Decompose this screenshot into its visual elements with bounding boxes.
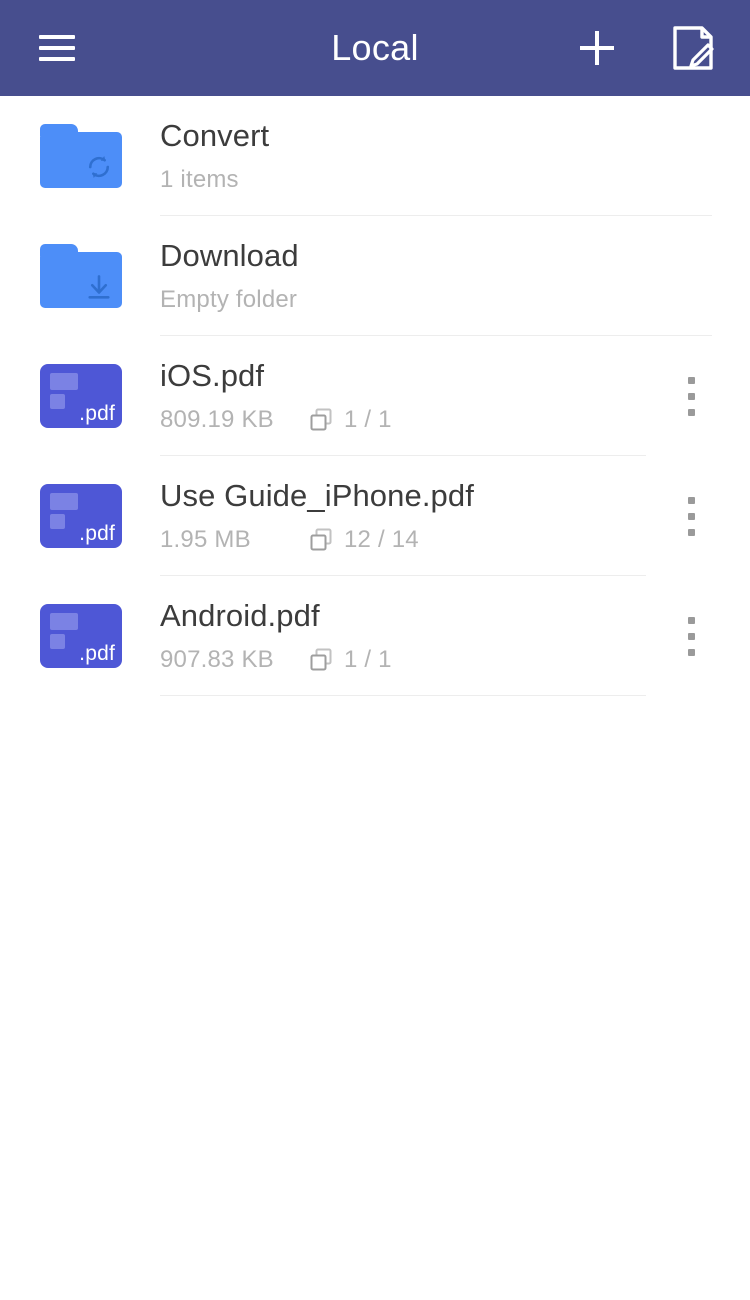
kebab-dot — [687, 392, 695, 400]
item-meta: 1 items — [160, 165, 730, 193]
item-name: iOS.pdf — [160, 357, 265, 393]
pages-icon — [308, 407, 334, 433]
item-text-block: Download Empty folder — [160, 216, 730, 336]
item-size: 907.83 KB — [160, 645, 274, 673]
app-bar: Local — [0, 0, 750, 96]
plus-icon — [580, 31, 614, 65]
item-thumbnail: .pdf — [40, 364, 122, 428]
item-size: 809.19 KB — [160, 405, 274, 433]
pdf-file-icon: .pdf — [40, 364, 122, 428]
pdf-extension-label: .pdf — [79, 402, 115, 425]
kebab-dot — [687, 512, 695, 520]
pdf-file-icon: .pdf — [40, 484, 122, 548]
kebab-dot — [687, 616, 695, 624]
item-meta: 907.83 KB 1 / 1 — [160, 645, 664, 673]
sync-arrows-glyph — [88, 156, 110, 178]
item-thumbnail: .pdf — [40, 484, 122, 548]
pdf-file-icon: .pdf — [40, 604, 122, 668]
row-divider — [160, 695, 646, 696]
item-overflow-menu-button[interactable] — [664, 359, 718, 433]
kebab-dot — [687, 632, 695, 640]
list-item[interactable]: Convert 1 items — [0, 96, 750, 216]
item-text-block: Android.pdf 907.83 KB 1 / 1 — [160, 576, 664, 696]
file-list: Convert 1 items Download Empty folder .p… — [0, 96, 750, 696]
pages-icon — [308, 527, 334, 553]
pages-icon — [308, 647, 334, 673]
kebab-dot — [687, 376, 695, 384]
item-name: Convert — [160, 117, 270, 153]
item-text-block: iOS.pdf 809.19 KB 1 / 1 — [160, 336, 664, 456]
item-overflow-menu-button[interactable] — [664, 479, 718, 553]
folder-sync-icon — [40, 124, 122, 188]
new-note-button[interactable] — [662, 17, 724, 79]
item-pages: 12 / 14 — [344, 525, 419, 553]
item-pages: 1 / 1 — [344, 645, 392, 673]
hamburger-menu-icon — [39, 35, 75, 61]
item-subtitle: Empty folder — [160, 285, 298, 313]
item-name: Download — [160, 237, 299, 273]
kebab-dot — [687, 408, 695, 416]
page-title: Local — [331, 27, 419, 68]
menu-button[interactable] — [26, 17, 88, 79]
item-thumbnail: .pdf — [40, 604, 122, 668]
item-text-block: Convert 1 items — [160, 96, 730, 216]
item-text-block: Use Guide_iPhone.pdf 1.95 MB 12 / 14 — [160, 456, 664, 576]
item-name: Android.pdf — [160, 597, 320, 633]
item-meta: 1.95 MB 12 / 14 — [160, 525, 664, 553]
folder-download-icon — [40, 244, 122, 308]
item-pages: 1 / 1 — [344, 405, 392, 433]
item-meta: Empty folder — [160, 285, 730, 313]
list-item[interactable]: .pdf Android.pdf 907.83 KB 1 / 1 — [0, 576, 750, 696]
list-item[interactable]: .pdf Use Guide_iPhone.pdf 1.95 MB 12 / 1… — [0, 456, 750, 576]
app-screen: Local Convert 1 items Download Empty fol… — [0, 0, 750, 1300]
item-overflow-menu-button[interactable] — [664, 599, 718, 673]
pdf-extension-label: .pdf — [79, 522, 115, 545]
kebab-dot — [687, 496, 695, 504]
item-size: 1.95 MB — [160, 525, 251, 553]
note-edit-icon — [673, 26, 714, 70]
item-meta: 809.19 KB 1 / 1 — [160, 405, 664, 433]
pdf-extension-label: .pdf — [79, 642, 115, 665]
item-thumbnail — [40, 244, 122, 308]
kebab-dot — [687, 648, 695, 656]
item-subtitle: 1 items — [160, 165, 239, 193]
item-name: Use Guide_iPhone.pdf — [160, 477, 474, 513]
download-arrow-glyph — [88, 275, 110, 299]
list-item[interactable]: .pdf iOS.pdf 809.19 KB 1 / 1 — [0, 336, 750, 456]
item-thumbnail — [40, 124, 122, 188]
kebab-dot — [687, 528, 695, 536]
list-item[interactable]: Download Empty folder — [0, 216, 750, 336]
add-button[interactable] — [566, 17, 628, 79]
